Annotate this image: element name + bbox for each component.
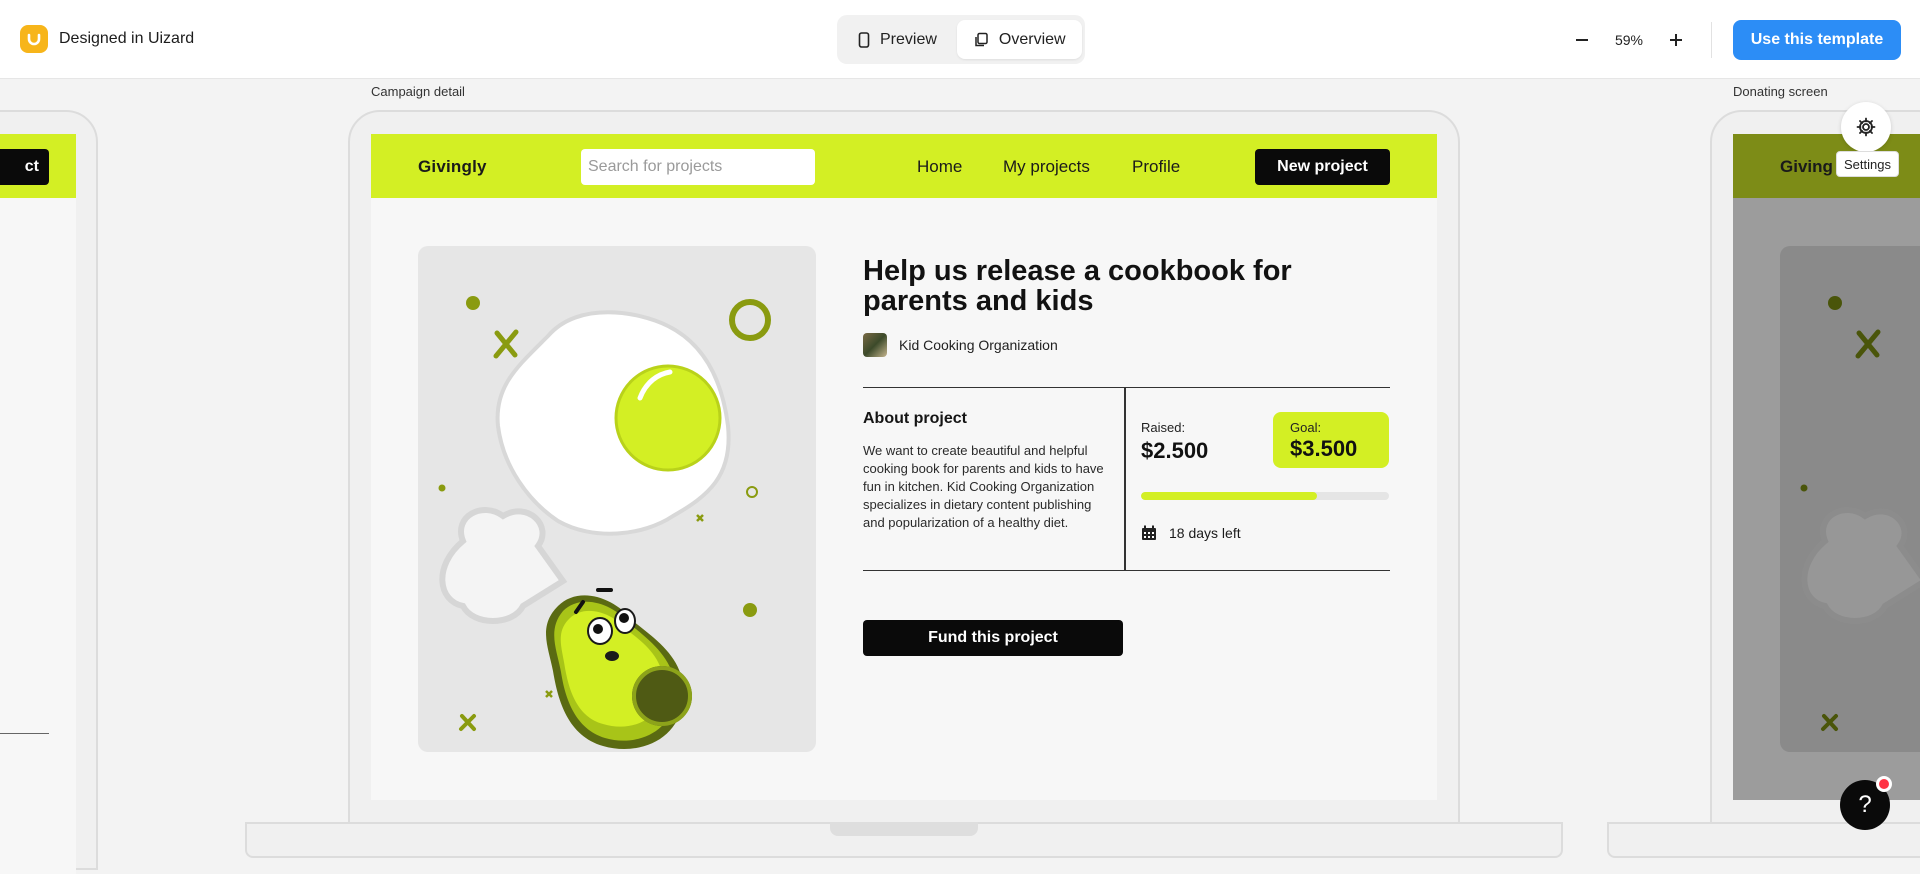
nav-my-projects[interactable]: My projects	[1003, 157, 1090, 177]
zoom-control: 59%	[1570, 26, 1688, 54]
zoom-level: 59%	[1614, 32, 1644, 48]
notification-dot	[1876, 776, 1892, 792]
left-frame-laptop[interactable]: ct	[0, 110, 98, 874]
calendar-icon	[1142, 525, 1156, 540]
tab-preview[interactable]: Preview	[842, 20, 953, 59]
uizard-logo-icon	[20, 25, 48, 53]
raised-label: Raised:	[1141, 420, 1186, 435]
phone-icon	[858, 31, 870, 48]
zoom-out-button[interactable]	[1570, 26, 1594, 54]
left-frame-line	[0, 733, 49, 734]
about-text: We want to create beautiful and helpful …	[863, 443, 1104, 530]
zoom-in-button[interactable]	[1664, 26, 1688, 54]
goal-label: Goal:	[1290, 420, 1322, 435]
view-switcher: Preview Overview	[837, 15, 1085, 64]
right-illustration-shapes	[1800, 296, 1920, 731]
donating-screen: Giving	[1733, 134, 1920, 800]
app-navbar: Givingly Search for projects Home My pro…	[371, 134, 1437, 198]
campaign-detail-screen: Givingly Search for projects Home My pro…	[371, 134, 1437, 800]
raised-value: $2.500	[1141, 438, 1209, 463]
funding-progress-fill	[1141, 492, 1318, 500]
top-bar: Designed in Uizard Preview Overview 59% …	[0, 0, 1920, 79]
plus-icon	[1670, 34, 1682, 46]
settings-button[interactable]	[1841, 102, 1891, 152]
copy-pages-icon	[975, 32, 988, 46]
right-frame-illustration	[1780, 246, 1920, 752]
project-title: Help us release a cookbook for parents a…	[863, 255, 1292, 317]
goal-value: $3.500	[1290, 436, 1358, 461]
settings-tooltip: Settings	[1836, 151, 1899, 177]
fund-project-button[interactable]: Fund this project	[863, 620, 1123, 656]
days-left: 18 days left	[1141, 525, 1241, 541]
brand-text: Designed in Uizard	[59, 30, 195, 47]
search-input[interactable]: Search for projects	[581, 149, 815, 185]
brand[interactable]: Designed in Uizard	[20, 25, 194, 53]
app-logo[interactable]: Givingly	[418, 157, 487, 177]
nav-home[interactable]: Home	[917, 157, 962, 177]
gear-icon	[1856, 117, 1876, 137]
new-project-button[interactable]: New project	[1255, 149, 1390, 185]
organization[interactable]: Kid Cooking Organization	[863, 333, 1058, 357]
food-illustration	[438, 296, 771, 749]
tab-overview[interactable]: Overview	[956, 20, 1082, 59]
organization-name: Kid Cooking Organization	[899, 337, 1058, 353]
funding-progress-bar	[1141, 492, 1389, 500]
left-frame-button[interactable]: ct	[0, 149, 49, 185]
project-stats: About project We want to create beautifu…	[863, 387, 1390, 571]
about-heading: About project	[863, 410, 967, 427]
goal-badge: Goal: $3.500	[1273, 412, 1389, 468]
organization-avatar	[863, 333, 887, 357]
divider	[1711, 22, 1712, 58]
tab-preview-label: Preview	[880, 30, 937, 48]
frame-label-campaign-detail[interactable]: Campaign detail	[371, 84, 465, 99]
minus-icon	[1576, 39, 1588, 41]
frame-label-donating-screen[interactable]: Donating screen	[1733, 84, 1828, 99]
right-frame-logo: Giving	[1780, 157, 1833, 176]
center-laptop-notch	[830, 822, 978, 836]
nav-profile[interactable]: Profile	[1132, 157, 1180, 177]
tab-overview-label: Overview	[998, 30, 1066, 48]
left-frame-screen: ct	[0, 134, 76, 874]
project-illustration	[418, 246, 816, 752]
use-template-button[interactable]: Use this template	[1733, 20, 1901, 60]
days-left-text: 18 days left	[1169, 525, 1241, 541]
stats-divider	[1124, 388, 1126, 570]
